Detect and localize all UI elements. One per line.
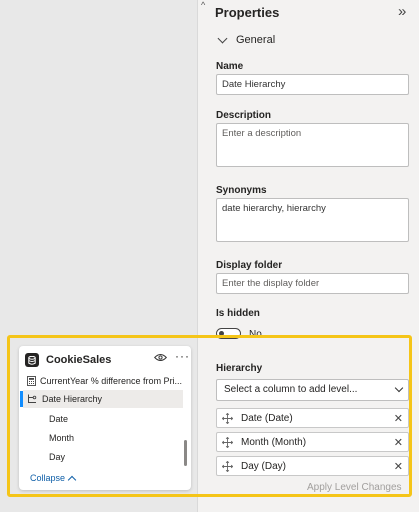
name-input[interactable]: Date Hierarchy (216, 74, 409, 95)
hierarchy-icon (28, 394, 37, 403)
general-section-header[interactable]: General (217, 33, 276, 46)
scroll-up-icon[interactable]: ^ (201, 0, 205, 10)
remove-icon[interactable]: ✕ (394, 436, 403, 449)
table-icon (25, 353, 39, 367)
table-name: CookieSales (46, 354, 112, 366)
level-label: Month (Month) (241, 436, 307, 448)
level-label: Day (Day) (241, 460, 287, 472)
hierarchy-label: Hierarchy (216, 363, 263, 374)
is-hidden-toggle[interactable] (216, 328, 241, 339)
section-label: General (236, 34, 276, 46)
display-folder-input[interactable]: Enter the display folder (216, 273, 409, 294)
description-label: Description (216, 110, 272, 121)
remove-icon[interactable]: ✕ (394, 412, 403, 425)
add-level-select[interactable]: Select a column to add level... (216, 379, 409, 401)
field-label: Month (49, 433, 75, 443)
description-textarea[interactable]: Enter a description (216, 123, 409, 167)
is-hidden-label: Is hidden (216, 308, 260, 319)
field-label: Date (49, 414, 69, 424)
level-label: Date (Date) (241, 412, 293, 424)
field-list-card: CookieSales ··· CurrentYear % difference… (19, 346, 191, 490)
hierarchy-level-day[interactable]: Day (19, 448, 221, 466)
chevron-up-icon (67, 475, 77, 484)
properties-title: Properties (215, 5, 280, 20)
more-options-icon[interactable]: ··· (175, 349, 190, 363)
move-handle-icon[interactable] (222, 412, 233, 424)
table-header[interactable]: CookieSales ··· (25, 349, 189, 368)
field-label: Day (49, 452, 66, 462)
hierarchy-level-item[interactable]: Month (Month) ✕ (216, 432, 409, 452)
hierarchy-level-item[interactable]: Date (Date) ✕ (216, 408, 409, 428)
field-label: CurrentYear % difference from Pri... (40, 376, 183, 386)
hierarchy-level-date[interactable]: Date (19, 410, 221, 428)
field-item-date-hierarchy[interactable]: Date Hierarchy (20, 390, 183, 408)
expand-pane-icon[interactable]: » (398, 3, 406, 20)
calculator-icon (27, 376, 36, 386)
toggle-knob (219, 331, 224, 336)
move-handle-icon[interactable] (222, 460, 233, 472)
eye-icon[interactable] (154, 353, 167, 362)
chevron-down-icon (394, 383, 404, 393)
hierarchy-level-item[interactable]: Day (Day) ✕ (216, 456, 409, 476)
is-hidden-value: No (249, 329, 262, 340)
scrollbar-thumb[interactable] (184, 440, 187, 466)
collapse-label: Collapse (30, 473, 66, 483)
remove-icon[interactable]: ✕ (394, 460, 403, 473)
apply-level-changes-button[interactable]: Apply Level Changes (307, 482, 402, 493)
field-label: Date Hierarchy (42, 394, 103, 404)
collapse-link[interactable]: Collapse (30, 473, 77, 484)
hierarchy-level-month[interactable]: Month (19, 429, 221, 447)
synonyms-label: Synonyms (216, 185, 267, 196)
synonyms-textarea[interactable]: date hierarchy, hierarchy (216, 198, 409, 242)
name-label: Name (216, 61, 244, 72)
chevron-down-icon (217, 33, 228, 43)
selection-indicator (20, 391, 23, 407)
display-folder-label: Display folder (216, 260, 283, 271)
field-item[interactable]: CurrentYear % difference from Pri... (19, 372, 191, 390)
add-level-select-value: Select a column to add level... (224, 384, 358, 395)
move-handle-icon[interactable] (222, 436, 233, 448)
